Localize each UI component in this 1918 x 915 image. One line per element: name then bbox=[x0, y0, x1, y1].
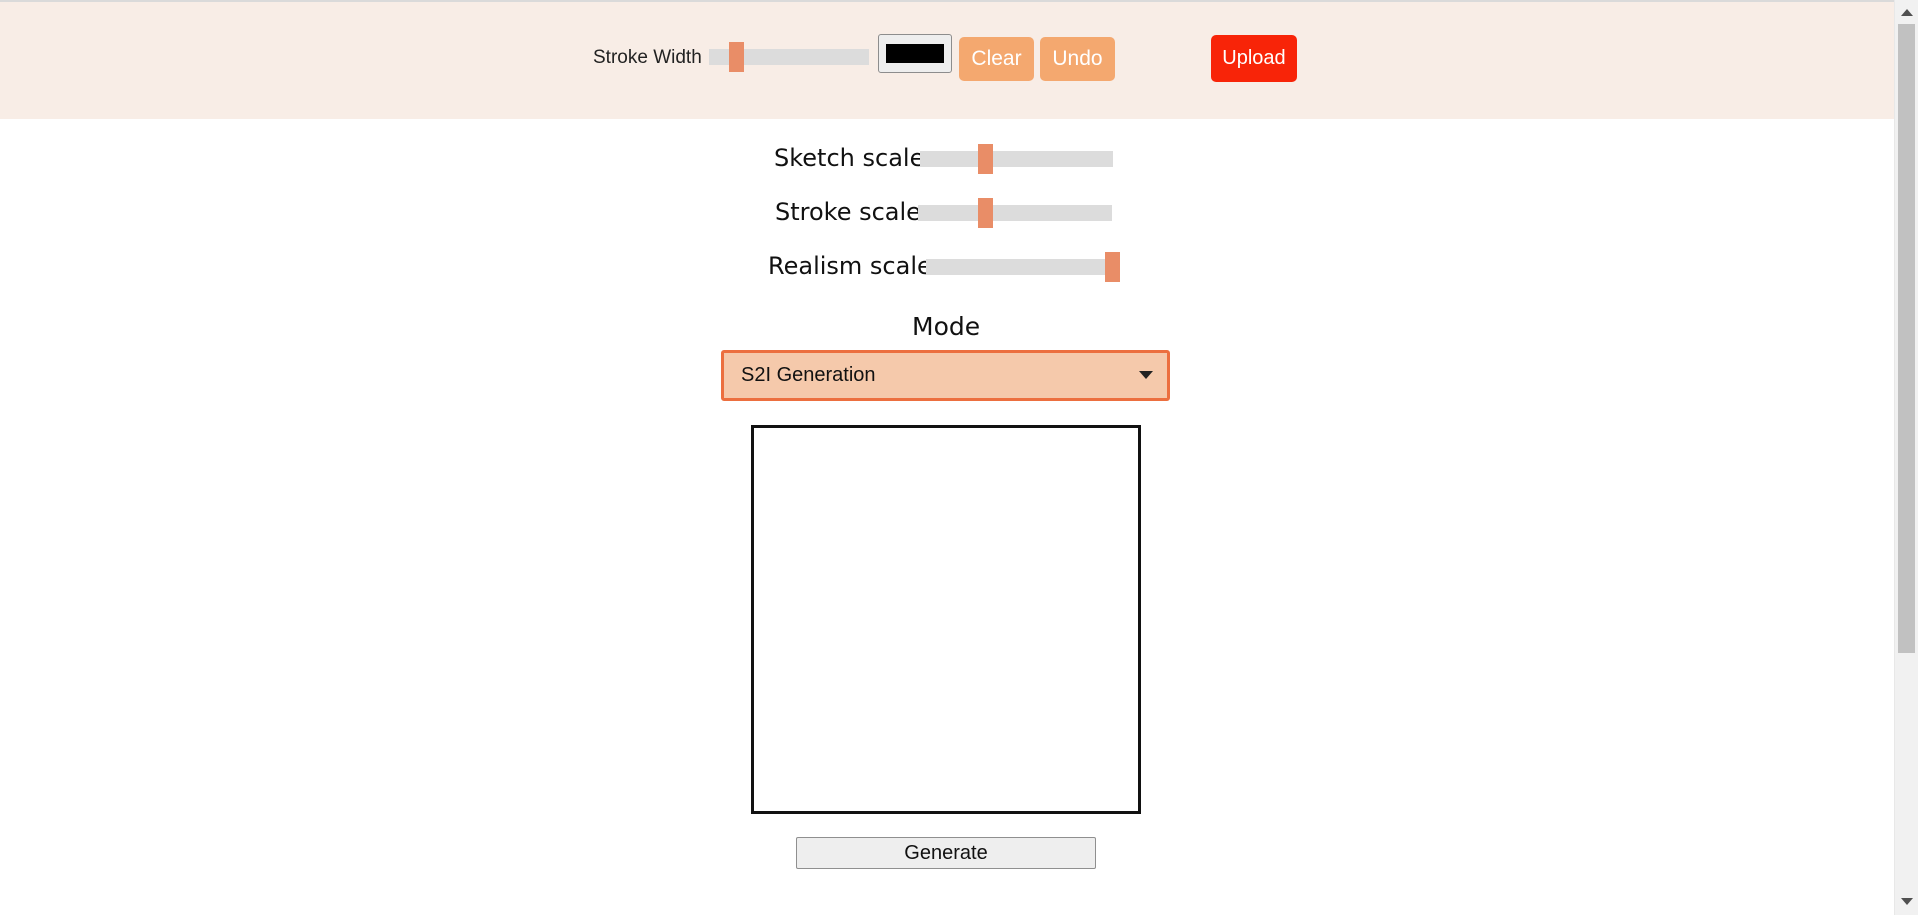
stroke-color-picker[interactable] bbox=[878, 34, 952, 73]
sketch-canvas[interactable] bbox=[751, 425, 1141, 814]
stroke-width-slider[interactable] bbox=[709, 42, 869, 72]
drawing-toolbar: Stroke Width Clear Undo Upload bbox=[0, 2, 1894, 119]
sketch-scale-slider[interactable] bbox=[920, 144, 1113, 174]
mode-selected-value: S2I Generation bbox=[741, 364, 876, 386]
realism-scale-row: Realism scale bbox=[0, 249, 1894, 283]
scroll-up-arrow-icon[interactable] bbox=[1901, 9, 1913, 16]
stroke-width-label: Stroke Width bbox=[593, 47, 702, 68]
stroke-scale-slider-thumb[interactable] bbox=[978, 198, 994, 228]
clear-button[interactable]: Clear bbox=[959, 37, 1034, 81]
upload-button[interactable]: Upload bbox=[1211, 35, 1297, 82]
scroll-down-arrow-icon[interactable] bbox=[1901, 898, 1913, 905]
stroke-scale-row: Stroke scale bbox=[0, 195, 1894, 229]
realism-scale-slider[interactable] bbox=[926, 252, 1120, 282]
undo-button[interactable]: Undo bbox=[1040, 37, 1115, 81]
chevron-down-icon bbox=[1139, 371, 1153, 379]
sketch-scale-slider-thumb[interactable] bbox=[978, 144, 994, 174]
stroke-color-swatch bbox=[886, 44, 944, 63]
sketch-scale-row: Sketch scale bbox=[0, 141, 1894, 175]
vertical-scrollbar[interactable] bbox=[1894, 0, 1918, 915]
scrollbar-thumb[interactable] bbox=[1898, 24, 1915, 653]
generate-button[interactable]: Generate bbox=[796, 837, 1096, 869]
stroke-width-slider-thumb[interactable] bbox=[728, 42, 744, 72]
stroke-scale-label: Stroke scale bbox=[775, 198, 921, 226]
mode-label: Mode bbox=[912, 312, 981, 341]
app-page: Stroke Width Clear Undo Upload Sketch sc… bbox=[0, 0, 1894, 915]
stroke-scale-slider[interactable] bbox=[918, 198, 1112, 228]
realism-scale-slider-thumb[interactable] bbox=[1104, 252, 1120, 282]
sketch-scale-label: Sketch scale bbox=[774, 144, 925, 172]
mode-select[interactable]: S2I Generation bbox=[721, 350, 1170, 401]
realism-scale-label: Realism scale bbox=[768, 252, 932, 280]
